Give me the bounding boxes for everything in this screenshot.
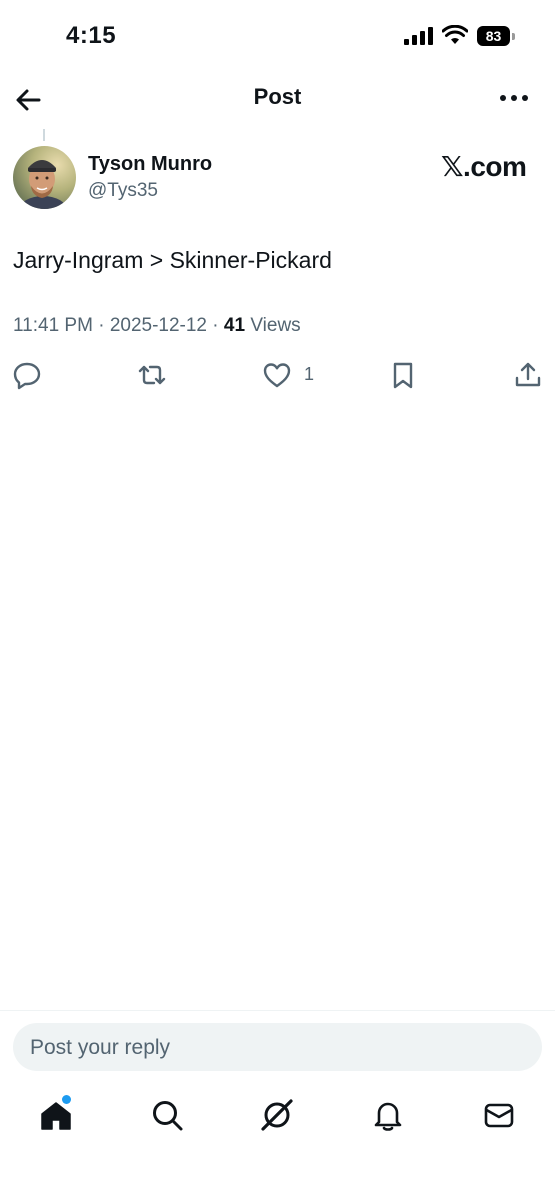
signal-icon [404,27,433,45]
action-bar: 1 [0,358,555,392]
x-logo: 𝕏.com [441,151,527,182]
post-time: 11:41 PM [13,315,93,336]
battery-level: 83 [485,28,502,44]
page-title: Post [253,84,302,109]
messages-icon[interactable] [482,1098,516,1132]
post-meta: 11:41 PM · 2025-12-12 · 41 Views [13,315,301,337]
reply-icon[interactable] [12,360,42,390]
views-label[interactable]: Views [250,315,300,336]
status-time: 4:15 [66,22,117,49]
views-count[interactable]: 41 [224,315,245,336]
author-name[interactable]: Tyson Munro [88,153,212,176]
reply-input[interactable]: Post your reply [13,1023,542,1071]
home-notification-dot [62,1095,71,1104]
avatar[interactable] [13,146,76,209]
bookmark-icon[interactable] [388,360,418,390]
wifi-icon [442,25,468,44]
meta-separator: · [98,315,105,336]
battery-icon: 83 [477,26,515,46]
bottom-nav [0,1094,555,1142]
like-icon[interactable] [262,360,292,390]
share-icon[interactable] [513,360,543,390]
reply-divider [0,1010,555,1011]
search-icon[interactable] [150,1098,184,1132]
meta-separator: · [212,315,219,336]
like-count[interactable]: 1 [304,364,314,385]
post-date: 2025-12-12 [109,315,208,336]
reply-placeholder: Post your reply [30,1036,171,1059]
grok-icon[interactable] [260,1098,294,1132]
status-bar: 4:15 83 [0,0,555,70]
author-handle[interactable]: @Tys35 [88,180,158,202]
post-text: Jarry-Ingram > Skinner-Pickard [13,247,332,273]
battery-cap [512,33,515,40]
notifications-icon[interactable] [371,1098,405,1132]
thread-line [43,129,45,141]
more-options-icon[interactable] [498,90,530,106]
retweet-icon[interactable] [137,360,167,390]
header: Post [0,76,555,122]
